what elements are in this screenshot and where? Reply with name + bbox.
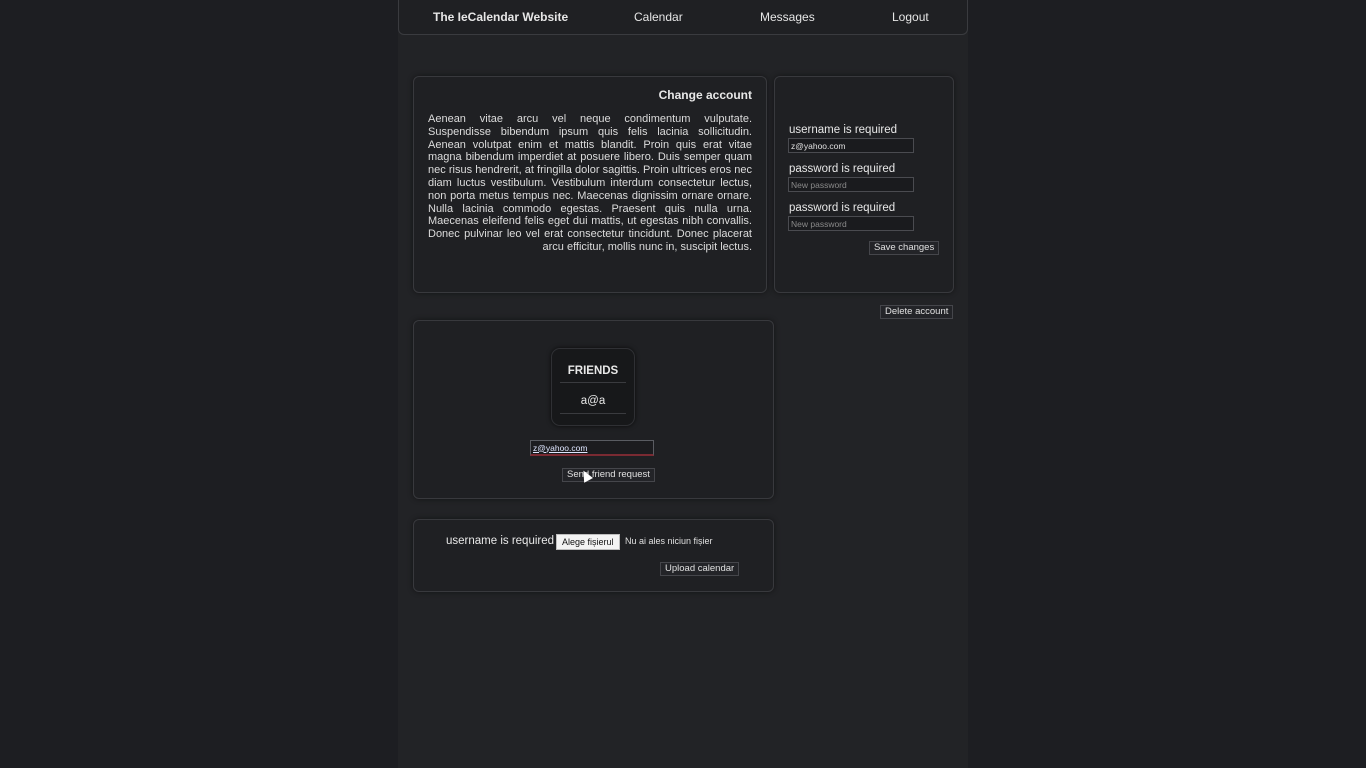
upload-panel: username is required Alege fișierul Nu a… xyxy=(413,519,774,592)
friends-list: FRIENDS a@a xyxy=(551,348,635,426)
account-form-panel: username is required password is require… xyxy=(774,76,954,293)
username-label: username is required xyxy=(789,124,898,136)
confirm-password-input[interactable] xyxy=(788,216,914,231)
change-account-title: Change account xyxy=(658,88,752,102)
nav-logout-link[interactable]: Logout xyxy=(892,10,929,24)
password-label: password is required xyxy=(789,163,896,175)
nav-calendar-link[interactable]: Calendar xyxy=(634,10,683,24)
friend-list-item[interactable]: a@a xyxy=(560,389,626,414)
site-brand-link[interactable]: The IeCalendar Website xyxy=(433,10,568,24)
navbar: The IeCalendar Website Calendar Messages… xyxy=(398,0,968,35)
delete-account-button[interactable]: Delete account xyxy=(880,305,954,319)
choose-file-button[interactable]: Alege fișierul xyxy=(556,534,620,550)
upload-calendar-button[interactable]: Upload calendar xyxy=(660,562,740,576)
save-changes-button[interactable]: Save changes xyxy=(869,241,940,255)
send-friend-request-button[interactable]: Send friend request xyxy=(562,468,655,482)
about-panel: Change account Aenean vitae arcu vel neq… xyxy=(413,76,767,293)
friends-title: FRIENDS xyxy=(560,357,626,383)
upload-label: username is required xyxy=(446,535,555,547)
file-status-text: Nu ai ales niciun fișier xyxy=(625,536,713,546)
friend-email-input[interactable] xyxy=(530,440,654,456)
nav-messages-link[interactable]: Messages xyxy=(760,10,815,24)
username-input[interactable] xyxy=(788,138,914,153)
confirm-password-label: password is required xyxy=(789,202,896,214)
friends-panel: FRIENDS a@a Send friend request xyxy=(413,320,774,499)
about-text: Aenean vitae arcu vel neque condimentum … xyxy=(428,113,752,253)
new-password-input[interactable] xyxy=(788,177,914,192)
